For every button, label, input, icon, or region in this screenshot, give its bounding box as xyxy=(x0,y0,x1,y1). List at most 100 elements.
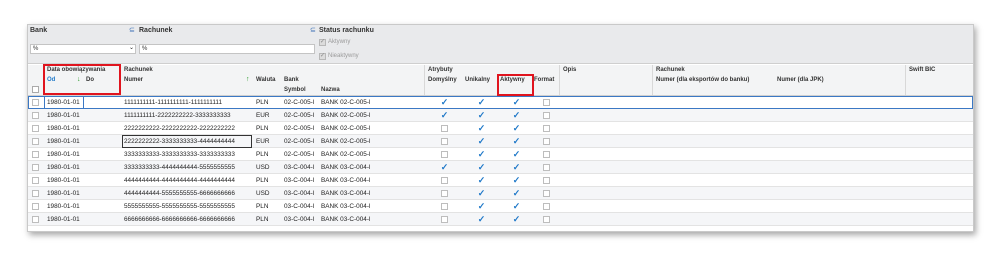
cell-nazwa[interactable]: BANK 03-C-004-l xyxy=(321,161,401,174)
cell-numer[interactable]: 5555555555-5555555555-5555555555 xyxy=(124,200,252,213)
cell-od[interactable]: 1980-01-01 xyxy=(44,96,84,109)
unikalny-check-icon[interactable]: ✓ xyxy=(477,136,486,146)
cell-symbol[interactable]: 02-C-005-l xyxy=(284,135,318,148)
cell-od[interactable]: 1980-01-01 xyxy=(47,148,107,161)
cell-od[interactable]: 1980-01-01 xyxy=(47,174,107,187)
cell-numer[interactable]: 6666666666-6666666666-6666666666 xyxy=(124,213,252,226)
format-checkbox[interactable] xyxy=(543,125,550,132)
aktywny-check-icon[interactable]: ✓ xyxy=(512,149,521,159)
cell-od[interactable]: 1980-01-01 xyxy=(47,161,107,174)
cell-nazwa[interactable]: BANK 03-C-004-l xyxy=(321,187,401,200)
unikalny-check-icon[interactable]: ✓ xyxy=(477,214,486,224)
header-opis[interactable]: Opis xyxy=(563,67,576,73)
unikalny-check-icon[interactable]: ✓ xyxy=(477,123,486,133)
aktywny-check-icon[interactable]: ✓ xyxy=(512,188,521,198)
cell-numer[interactable]: 1111111111-1111111111-1111111111 xyxy=(124,96,252,109)
domyslny-checkbox[interactable] xyxy=(441,125,448,132)
header-symbol[interactable]: Symbol xyxy=(284,87,306,93)
cell-numer[interactable]: 3333333333-3333333333-3333333333 xyxy=(124,148,252,161)
cell-od[interactable]: 1980-01-01 xyxy=(47,187,107,200)
row-select-checkbox[interactable] xyxy=(32,164,39,171)
cell-waluta[interactable]: PLN xyxy=(256,200,282,213)
table-row[interactable]: 1980-01-01 6666666666-6666666666-66666666… xyxy=(28,213,973,226)
cell-numer[interactable]: 3333333333-4444444444-5555555555 xyxy=(124,161,252,174)
cell-symbol[interactable]: 02-C-005-l xyxy=(284,122,318,135)
cell-od[interactable]: 1980-01-01 xyxy=(47,200,107,213)
cell-nazwa[interactable]: BANK 02-C-005-l xyxy=(321,109,401,122)
aktywny-check-icon[interactable]: ✓ xyxy=(512,136,521,146)
table-row[interactable]: 1980-01-01 2222222222-2222222222-22222222… xyxy=(28,122,973,135)
cell-symbol[interactable]: 02-C-005-l xyxy=(284,96,318,109)
sort-arrow-icon[interactable]: ↑ xyxy=(246,76,250,83)
domyslny-checkbox[interactable] xyxy=(441,190,448,197)
aktywny-check-icon[interactable]: ✓ xyxy=(512,214,521,224)
row-select-checkbox[interactable] xyxy=(32,151,39,158)
sort-icon[interactable]: ⊆ xyxy=(310,26,316,34)
nieaktywny-filter-checkbox[interactable]: ✓ xyxy=(319,53,326,60)
domyslny-check-icon[interactable]: ✓ xyxy=(440,162,449,172)
table-row[interactable]: 1980-01-01 3333333333-3333333333-33333333… xyxy=(28,148,973,161)
header-numer[interactable]: Numer xyxy=(124,77,143,83)
format-checkbox[interactable] xyxy=(543,99,550,106)
cell-symbol[interactable]: 03-C-004-l xyxy=(284,174,318,187)
table-row[interactable]: 1980-01-01 4444444444-5555555555-66666666… xyxy=(28,187,973,200)
header-unikalny[interactable]: Unikalny xyxy=(465,77,490,83)
row-select-checkbox[interactable] xyxy=(32,216,39,223)
table-row[interactable]: 1980-01-01 2222222222-3333333333-44444444… xyxy=(28,135,973,148)
table-row[interactable]: 1980-01-01 1111111111-1111111111-11111111… xyxy=(28,96,973,109)
domyslny-checkbox[interactable] xyxy=(441,151,448,158)
row-select-checkbox[interactable] xyxy=(32,112,39,119)
row-select-checkbox[interactable] xyxy=(32,190,39,197)
table-row[interactable]: 1980-01-01 1111111111-2222222222-33333333… xyxy=(28,109,973,122)
cell-numer[interactable]: 4444444444-5555555555-6666666666 xyxy=(124,187,252,200)
header-swift[interactable]: Swift BIC xyxy=(909,67,935,73)
cell-symbol[interactable]: 02-C-005-l xyxy=(284,109,318,122)
row-select-checkbox[interactable] xyxy=(32,138,39,145)
aktywny-check-icon[interactable]: ✓ xyxy=(512,97,521,107)
cell-waluta[interactable]: USD xyxy=(256,187,282,200)
header-nazwa[interactable]: Nazwa xyxy=(321,87,340,93)
cell-od[interactable]: 1980-01-01 xyxy=(47,135,107,148)
unikalny-check-icon[interactable]: ✓ xyxy=(477,162,486,172)
format-checkbox[interactable] xyxy=(543,190,550,197)
cell-nazwa[interactable]: BANK 02-C-005-l xyxy=(321,148,401,161)
cell-nazwa[interactable]: BANK 02-C-005-l xyxy=(321,122,401,135)
cell-symbol[interactable]: 03-C-004-l xyxy=(284,200,318,213)
row-select-checkbox[interactable] xyxy=(32,203,39,210)
cell-waluta[interactable]: PLN xyxy=(256,122,282,135)
table-row[interactable]: 1980-01-01 3333333333-4444444444-55555555… xyxy=(28,161,973,174)
unikalny-check-icon[interactable]: ✓ xyxy=(477,201,486,211)
cell-symbol[interactable]: 03-C-004-l xyxy=(284,187,318,200)
table-row[interactable]: 1980-01-01 4444444444-4444444444-44444444… xyxy=(28,174,973,187)
cell-nazwa[interactable]: BANK 03-C-004-l xyxy=(321,213,401,226)
aktywny-check-icon[interactable]: ✓ xyxy=(512,201,521,211)
cell-symbol[interactable]: 02-C-005-l xyxy=(284,148,318,161)
header-format[interactable]: Format xyxy=(534,77,554,83)
unikalny-check-icon[interactable]: ✓ xyxy=(477,175,486,185)
format-checkbox[interactable] xyxy=(543,164,550,171)
bank-filter-input[interactable]: % xyxy=(30,44,136,54)
format-checkbox[interactable] xyxy=(543,151,550,158)
cell-symbol[interactable]: 03-C-004-l xyxy=(284,161,318,174)
header-waluta[interactable]: Waluta xyxy=(256,77,275,83)
chevron-down-icon[interactable]: ⌄ xyxy=(129,44,134,51)
cell-nazwa[interactable]: BANK 02-C-005-l xyxy=(321,96,401,109)
cell-waluta[interactable]: USD xyxy=(256,161,282,174)
aktywny-check-icon[interactable]: ✓ xyxy=(512,162,521,172)
cell-od[interactable]: 1980-01-01 xyxy=(47,213,107,226)
aktywny-filter-checkbox[interactable]: ✓ xyxy=(319,39,326,46)
cell-od[interactable]: 1980-01-01 xyxy=(47,122,107,135)
header-numer-jpk[interactable]: Numer (dla JPK) xyxy=(777,77,824,83)
domyslny-checkbox[interactable] xyxy=(441,177,448,184)
cell-waluta[interactable]: PLN xyxy=(256,96,282,109)
rachunek-filter-input[interactable]: % xyxy=(139,44,315,54)
format-checkbox[interactable] xyxy=(543,138,550,145)
cell-symbol[interactable]: 03-C-004-l xyxy=(284,213,318,226)
table-row[interactable]: 1980-01-01 5555555555-5555555555-55555555… xyxy=(28,200,973,213)
cell-waluta[interactable]: EUR xyxy=(256,135,282,148)
domyslny-check-icon[interactable]: ✓ xyxy=(440,97,449,107)
header-domyslny[interactable]: Domyślny xyxy=(428,77,457,83)
cell-nazwa[interactable]: BANK 03-C-004-l xyxy=(321,174,401,187)
cell-waluta[interactable]: PLN xyxy=(256,174,282,187)
cell-numer[interactable]: 1111111111-2222222222-3333333333 xyxy=(124,109,252,122)
